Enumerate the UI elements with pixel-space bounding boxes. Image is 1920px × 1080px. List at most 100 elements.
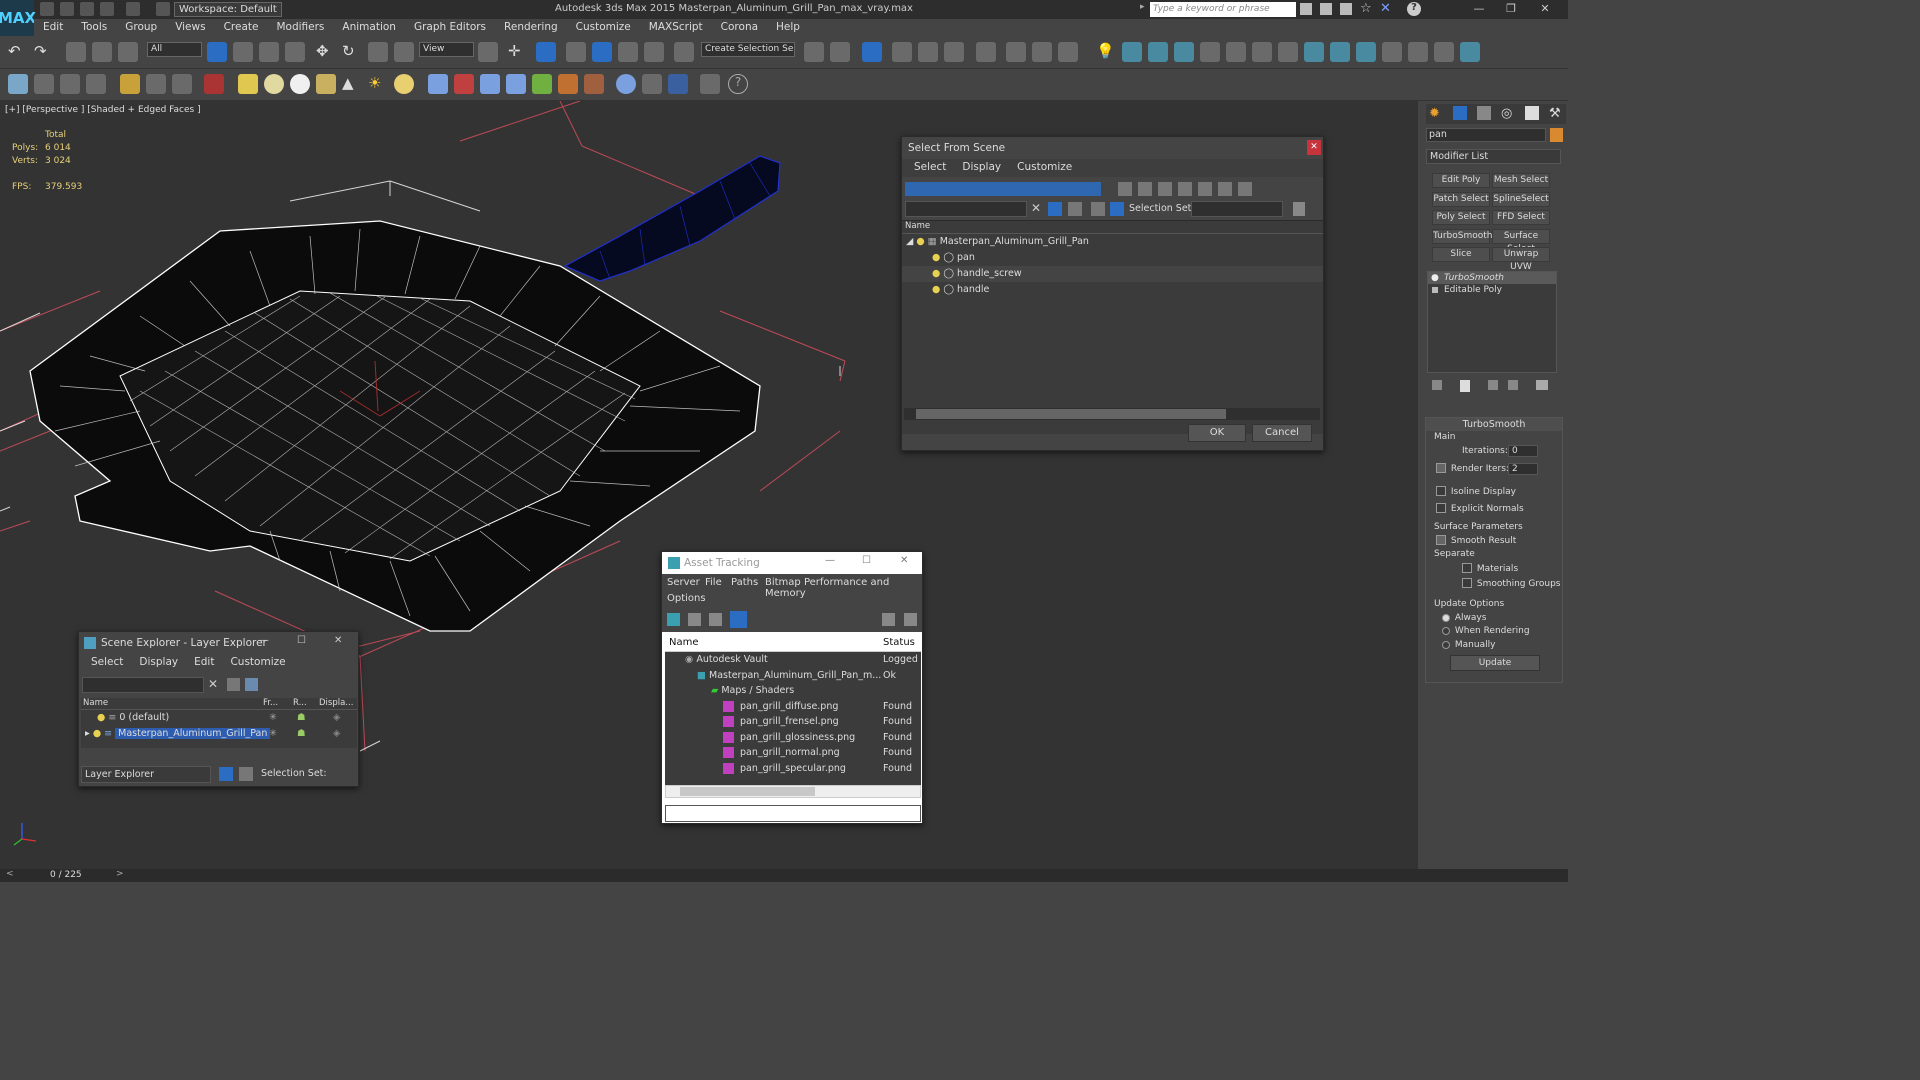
curve-editor-icon[interactable] — [918, 42, 938, 62]
render-icon[interactable]: ☗ — [297, 710, 306, 726]
tree-row-child[interactable]: ● ◯ pan — [902, 250, 1323, 266]
menu-animation[interactable]: Animation — [333, 19, 405, 37]
spinner-snap-icon[interactable] — [644, 42, 664, 62]
minimize-icon[interactable]: — — [1470, 2, 1488, 16]
light-bulb-icon[interactable]: ● — [97, 712, 105, 723]
display-icon[interactable]: ◈ — [333, 726, 340, 742]
menu-graph-editors[interactable]: Graph Editors — [405, 19, 495, 37]
horizontal-scrollbar[interactable] — [904, 408, 1320, 420]
options-icon[interactable] — [1238, 182, 1252, 196]
unlink-icon[interactable] — [92, 42, 112, 62]
poly-select-button[interactable]: Poly Select — [1432, 210, 1490, 225]
selection-set-dropdown[interactable] — [1191, 201, 1283, 217]
undo-icon[interactable]: ↶ — [8, 42, 28, 62]
refresh-icon[interactable] — [667, 613, 680, 626]
redo-icon[interactable]: ↷ — [34, 42, 54, 62]
close-icon[interactable]: ✕ — [1307, 140, 1321, 155]
update-button[interactable]: Update — [1450, 655, 1540, 671]
maximize-icon[interactable]: ☐ — [862, 555, 871, 566]
column-name[interactable]: Name — [83, 698, 108, 708]
columns-icon[interactable] — [1138, 182, 1152, 196]
sphere-light-icon[interactable] — [264, 74, 284, 94]
render-production-icon[interactable] — [1058, 42, 1078, 62]
exchange-icon[interactable]: ✕ — [1380, 1, 1391, 16]
render-icon[interactable]: ☗ — [297, 726, 306, 742]
asset-row[interactable]: pan_grill_specular.png Found — [665, 761, 921, 777]
layer-sort-icon[interactable] — [1218, 182, 1232, 196]
align-icon[interactable] — [830, 42, 850, 62]
layer-row[interactable]: ▸ ● ≡ Masterpan_Aluminum_Grill_Pan ✳ ☗ ◈ — [81, 726, 357, 742]
material-editor-icon[interactable] — [976, 42, 996, 62]
window-crossing-icon[interactable] — [285, 42, 305, 62]
search-input[interactable]: Type a keyword or phrase — [1150, 2, 1296, 17]
scrollbar-thumb[interactable] — [680, 787, 815, 796]
rect-selection-icon[interactable] — [259, 42, 279, 62]
select-children-icon[interactable] — [1068, 202, 1082, 216]
expand-icon[interactable]: ◢ — [906, 236, 913, 247]
menu-edit[interactable]: Edit — [186, 654, 222, 672]
vfb-icon[interactable] — [1278, 42, 1298, 62]
toggle-icon[interactable] — [1434, 42, 1454, 62]
find-input[interactable] — [905, 201, 1027, 217]
distance-icon[interactable] — [454, 74, 474, 94]
menu-paths[interactable]: Paths — [731, 577, 758, 588]
find-case-icon[interactable] — [1048, 202, 1062, 216]
stack-item-editable-poly[interactable]: Editable Poly — [1428, 284, 1556, 296]
mesh-select-button[interactable]: Mesh Select — [1492, 173, 1550, 188]
column-status[interactable]: Status — [883, 637, 915, 648]
minimize-icon[interactable]: — — [825, 555, 835, 566]
sky-icon[interactable] — [204, 74, 224, 94]
display-icon[interactable]: ◈ — [333, 710, 340, 726]
proxy-object-icon[interactable] — [172, 74, 192, 94]
star-icon[interactable]: ☆ — [1360, 1, 1372, 16]
plane-icon[interactable] — [1226, 42, 1246, 62]
fur-icon[interactable] — [1200, 42, 1220, 62]
cone-icon[interactable]: ▲ — [342, 74, 362, 94]
column-display[interactable]: Displa... — [319, 698, 353, 708]
light-icon[interactable]: 💡 — [1096, 42, 1116, 62]
column-freeze[interactable]: Fr... — [263, 698, 278, 708]
rect-light-icon[interactable] — [238, 74, 258, 94]
menu-maxscript[interactable]: MAXScript — [640, 19, 712, 37]
sun-light-icon[interactable] — [290, 74, 310, 94]
asset-row[interactable]: ◉ Autodesk Vault Logged — [665, 652, 921, 668]
materials-checkbox[interactable] — [1462, 563, 1472, 573]
material-ball-icon[interactable] — [616, 74, 636, 94]
freeze-icon[interactable]: ✳ — [269, 726, 277, 742]
tree-view-icon[interactable] — [709, 613, 722, 626]
moon-icon[interactable] — [394, 74, 414, 94]
clear-search-icon[interactable]: ✕ — [1031, 201, 1041, 215]
framebuffer-icon[interactable] — [86, 74, 106, 94]
tree-row-child[interactable]: ● ◯ handle — [902, 282, 1323, 298]
light-bulb-icon[interactable]: ● — [932, 252, 940, 263]
workspace-dropdown[interactable]: Workspace: Default — [174, 2, 282, 17]
selection-filter-dropdown[interactable]: All — [147, 42, 202, 57]
scale-icon[interactable] — [368, 42, 388, 62]
settings-icon[interactable] — [60, 74, 80, 94]
show-end-result-icon[interactable] — [1460, 380, 1470, 392]
create-tab-icon[interactable]: ✹ — [1429, 106, 1440, 121]
motion-tab-icon[interactable]: ◎ — [1501, 106, 1512, 121]
hair-icon[interactable] — [532, 74, 552, 94]
toggle-ribbon-icon[interactable] — [892, 42, 912, 62]
modifier-list-dropdown[interactable]: Modifier List — [1426, 149, 1561, 164]
column-name[interactable]: Name — [669, 637, 699, 648]
open-file-icon[interactable] — [60, 2, 74, 16]
layer-explorer-icon[interactable] — [862, 42, 882, 62]
layers-icon[interactable] — [1091, 202, 1105, 216]
new-file-icon[interactable] — [40, 2, 54, 16]
asset-row[interactable]: ▰ Maps / Shaders — [665, 683, 921, 699]
display-tab-icon[interactable] — [1525, 106, 1539, 120]
modify-tab-icon[interactable] — [1453, 106, 1467, 120]
time-slider[interactable]: < 0 / 225 > — [0, 869, 1568, 882]
layers-icon[interactable] — [245, 678, 258, 691]
always-radio[interactable] — [1442, 613, 1450, 622]
menu-display[interactable]: Display — [131, 654, 186, 672]
prev-frame-icon[interactable]: < — [6, 869, 14, 879]
patch-select-button[interactable]: Patch Select — [1432, 192, 1490, 207]
path-field[interactable] — [665, 805, 921, 822]
named-set-icon[interactable] — [1293, 202, 1305, 216]
render-iters-checkbox[interactable] — [1436, 463, 1446, 473]
save-file-icon[interactable] — [80, 2, 94, 16]
filter-icon[interactable] — [1178, 182, 1192, 196]
